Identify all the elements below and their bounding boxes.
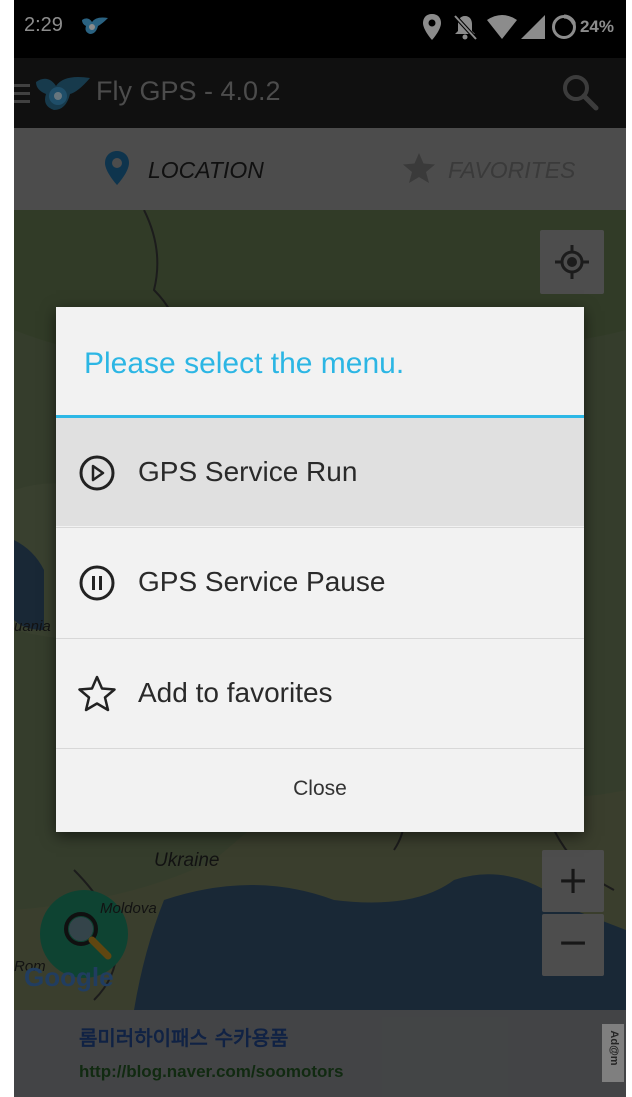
menu-item-label: GPS Service Pause [138,566,386,597]
menu-item-add-to-favorites[interactable]: Add to favorites [56,639,584,747]
phone-screen: 2:29 24% Fly GPS - 4.0.2 LOCATION FAVORI… [14,0,626,1097]
menu-item-label: Add to favorites [138,677,333,708]
close-button-label: Close [293,777,347,800]
dialog-title: Please select the menu. [84,347,405,380]
play-circle-icon [79,455,115,491]
menu-item-gps-service-pause[interactable]: GPS Service Pause [56,528,584,636]
star-outline-icon [78,675,116,712]
menu-item-gps-service-run[interactable]: GPS Service Run [56,418,584,526]
close-button[interactable]: Close [56,749,584,832]
menu-dialog: Please select the menu. GPS Service Run … [56,307,584,832]
menu-item-label: GPS Service Run [138,456,358,487]
pause-circle-icon [79,565,115,601]
